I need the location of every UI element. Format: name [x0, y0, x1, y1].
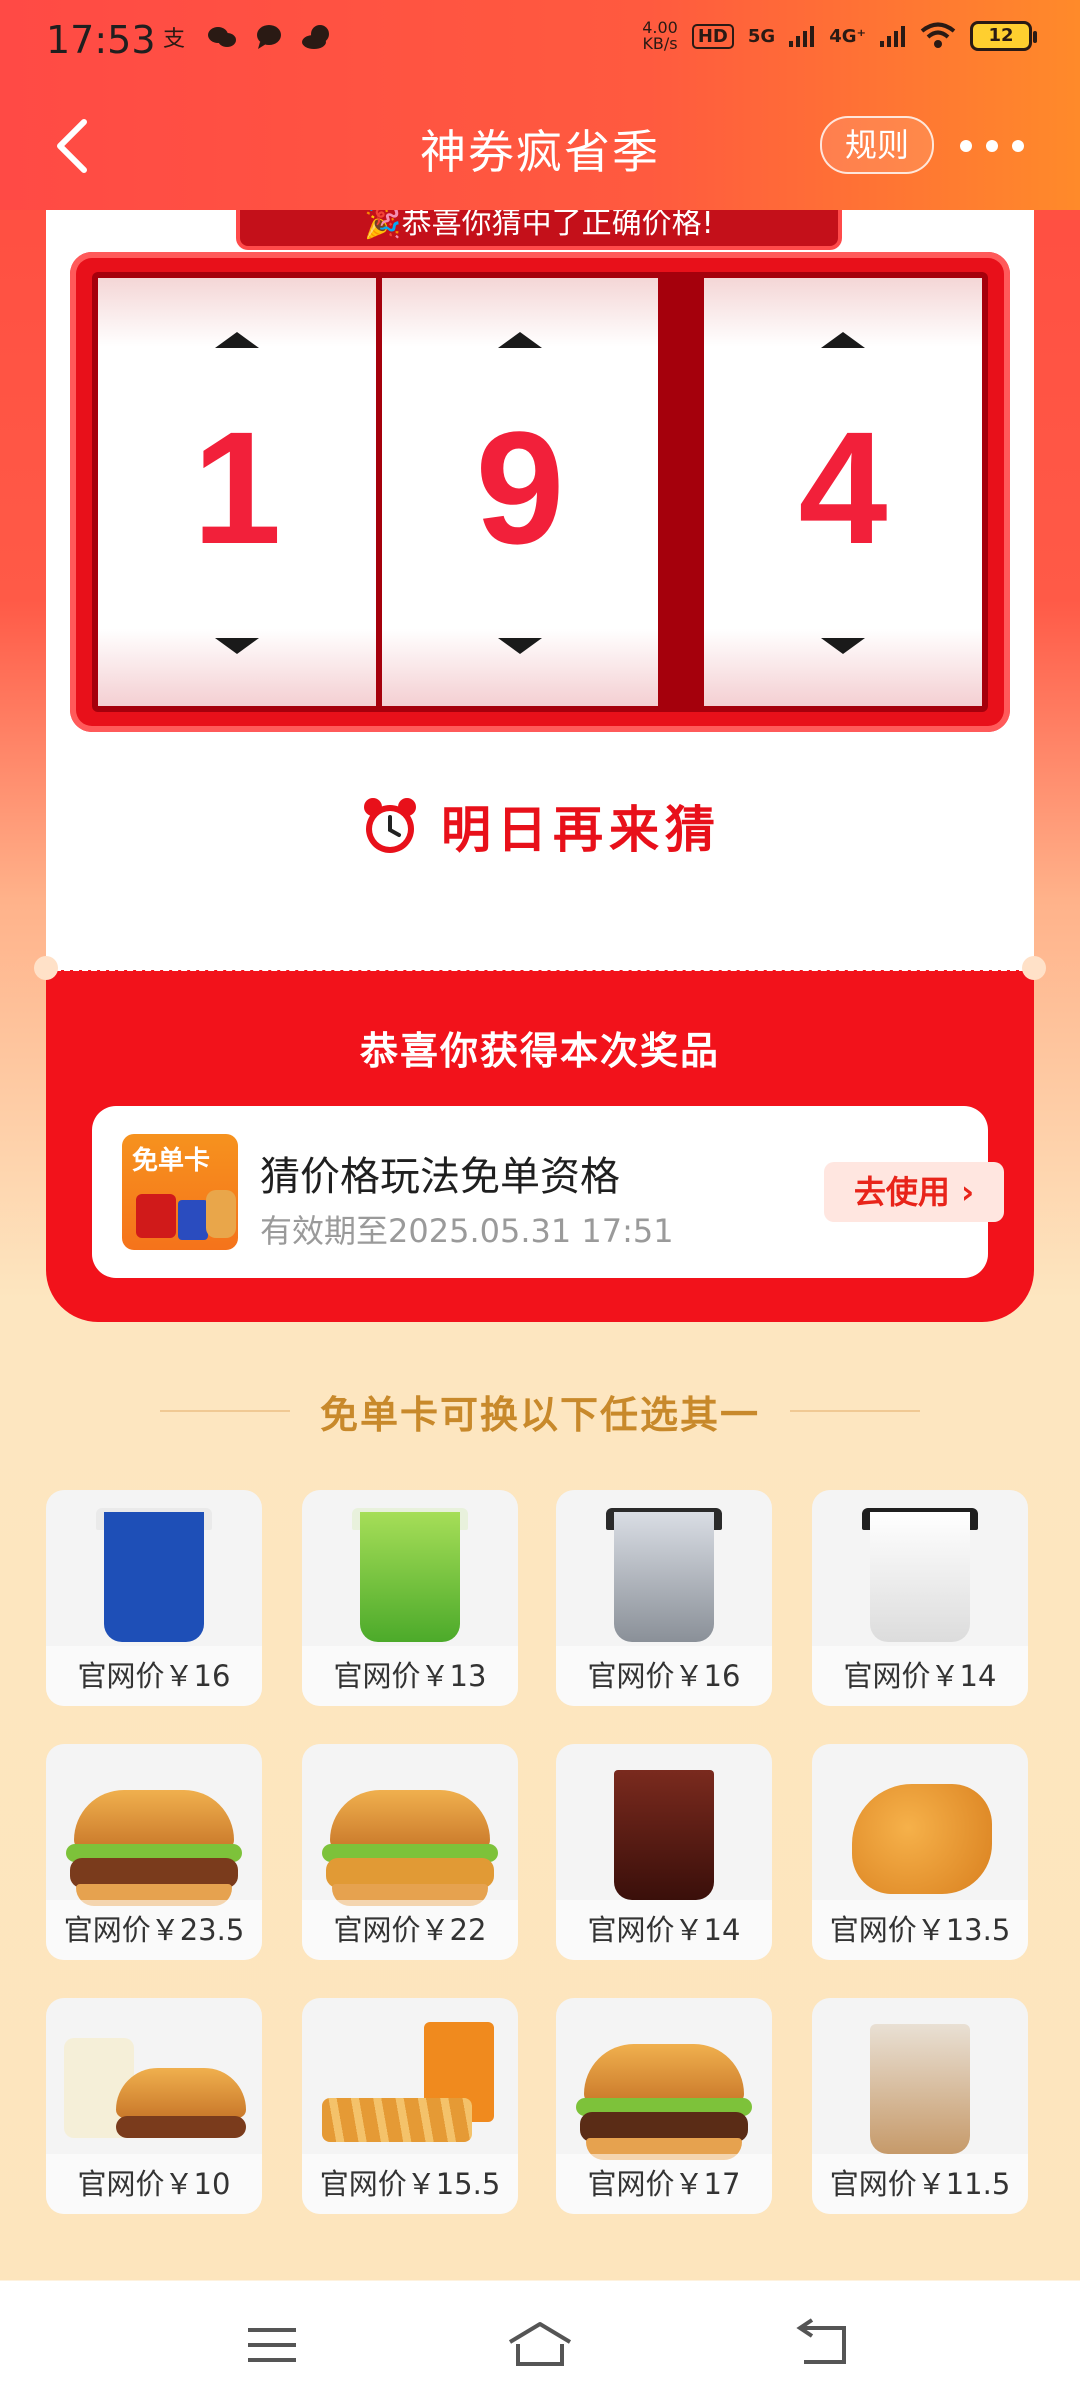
product-item-burger[interactable]: 官网价￥23.5 [46, 1744, 262, 1960]
product-item-breakfast-set[interactable]: 官网价￥10 [46, 1998, 262, 2214]
product-price: 官网价￥10 [46, 2154, 262, 2214]
prize-card[interactable]: 免单卡 猜价格玩法免单资格 有效期至2025.05.31 17:51 去使用 › [92, 1106, 1004, 1278]
system-navigation-bar [0, 2282, 1080, 2408]
svg-text:支: 支 [163, 27, 185, 52]
message-icon [257, 25, 281, 49]
ticket-notch [1022, 956, 1046, 980]
reel-digit: 9 [475, 398, 565, 577]
chicken-fries-icon [322, 2098, 472, 2142]
reel-digit: 1 [192, 398, 282, 577]
coffee-cup-icon [104, 1512, 204, 1642]
product-item-green-drink[interactable]: 官网价￥13 [302, 1490, 518, 1706]
product-price: 官网价￥22 [302, 1900, 518, 1960]
prize-expiry: 有效期至2025.05.31 17:51 [260, 1212, 674, 1250]
retry-text: 明日再来猜 [441, 801, 721, 859]
burger-icon [584, 2044, 744, 2104]
use-button[interactable]: 去使用 › [824, 1162, 1004, 1222]
ticket-notch [34, 956, 58, 980]
signal-bars-icon [789, 26, 815, 47]
exchange-title: 免单卡可换以下任选其一 [319, 1393, 760, 1437]
product-item-iced-latte[interactable]: 官网价￥11.5 [812, 1998, 1028, 2214]
net-speed-unit: KB/s [642, 34, 678, 53]
rules-button[interactable]: 规则 [820, 116, 934, 174]
product-price: 官网价￥17 [556, 2154, 772, 2214]
reel-up-arrow-icon[interactable] [215, 332, 259, 348]
divider [160, 1410, 290, 1412]
return-icon[interactable] [792, 2318, 852, 2372]
retry-row: 明日再来猜 [0, 790, 1080, 862]
sandwich-icon [116, 2068, 246, 2118]
free-card-thumbnail: 免单卡 [122, 1134, 238, 1250]
reel-1: 1 [98, 278, 376, 706]
clock-icon [364, 798, 416, 853]
exchange-section-header: 免单卡可换以下任选其一 [0, 1384, 1080, 1439]
status-bar: 17:53 支 4.00 KB/s HD 5G 4G⁺ 12 [0, 0, 1080, 86]
status-right: 4.00 KB/s HD 5G 4G⁺ 12 [642, 20, 1037, 52]
chicken-icon [206, 1190, 236, 1238]
battery-level: 12 [988, 25, 1014, 46]
signal-5g-label: 5G [747, 25, 776, 47]
reel-up-arrow-icon[interactable] [498, 332, 542, 348]
menu-icon[interactable] [242, 2318, 302, 2372]
product-price: 官网价￥11.5 [812, 2154, 1028, 2214]
product-item-chicken-fries[interactable]: 官网价￥15.5 [302, 1998, 518, 2214]
wechat-icon [208, 27, 236, 47]
product-price: 官网价￥14 [556, 1900, 772, 1960]
signal-4g-label: 4G⁺ [829, 25, 866, 47]
product-item-chagee-tea[interactable]: 官网价￥16 [556, 1490, 772, 1706]
product-price: 官网价￥13.5 [812, 1900, 1028, 1960]
iced-drink-icon [614, 1770, 714, 1900]
reel-up-arrow-icon[interactable] [821, 332, 865, 348]
result-banner: 🎉恭喜你猜中了正确价格! [236, 210, 842, 250]
status-notification-icons: 支 [160, 22, 334, 52]
tea-cup-icon [870, 1512, 970, 1642]
product-item-chicken-burger[interactable]: 官网价￥22 [302, 1744, 518, 1960]
burger-icon [330, 1790, 490, 1850]
product-price: 官网价￥16 [556, 1646, 772, 1706]
signal-bars-icon-2 [880, 26, 905, 47]
status-time: 17:53 [46, 18, 156, 62]
drink-icon [178, 1200, 208, 1240]
latte-cup-icon [870, 2024, 970, 2154]
divider [790, 1410, 920, 1412]
patty [116, 2116, 246, 2138]
product-item-luckin-coffee[interactable]: 官网价￥16 [46, 1490, 262, 1706]
prize-title: 恭喜你获得本次奖品 [359, 1029, 720, 1073]
free-card-badge: 免单卡 [132, 1146, 211, 1176]
hd-badge: HD [691, 23, 734, 49]
product-price: 官网价￥14 [812, 1646, 1028, 1706]
reel-digit: 4 [798, 398, 888, 577]
prize-panel: 恭喜你获得本次奖品 免单卡 猜价格玩法免单资格 有效期至2025.05.31 1… [46, 970, 1034, 1322]
reel-3: 4 [704, 278, 982, 706]
product-price: 官网价￥15.5 [302, 2154, 518, 2214]
tea-cup-icon [614, 1512, 714, 1642]
slot-inner: 1 9 4 [92, 272, 988, 712]
reel-down-arrow-icon[interactable] [498, 638, 542, 654]
more-icon[interactable] [960, 126, 1040, 166]
divider [46, 968, 1034, 971]
alipay-icon: 支 [163, 27, 185, 52]
battery-icon: 12 [970, 21, 1037, 51]
net-speed: 4.00 KB/s [642, 20, 678, 52]
weather-icon [302, 25, 329, 49]
product-price: 官网价￥16 [46, 1646, 262, 1706]
product-price: 官网价￥13 [302, 1646, 518, 1706]
product-price: 官网价￥23.5 [46, 1900, 262, 1960]
product-item-whopper[interactable]: 官网价￥17 [556, 1998, 772, 2214]
header: 神券疯省季 规则 [0, 86, 1080, 210]
fries-icon [136, 1194, 176, 1238]
wifi-icon [920, 22, 956, 48]
product-item-fried-chicken[interactable]: 官网价￥13.5 [812, 1744, 1028, 1960]
reel-2: 9 [382, 278, 658, 706]
product-item-iced-tea[interactable]: 官网价￥14 [556, 1744, 772, 1960]
reel-down-arrow-icon[interactable] [821, 638, 865, 654]
product-item-white-cup-tea[interactable]: 官网价￥14 [812, 1490, 1028, 1706]
prize-name: 猜价格玩法免单资格 [260, 1154, 620, 1200]
reel-down-arrow-icon[interactable] [215, 638, 259, 654]
burger-icon [74, 1790, 234, 1850]
drink-cup-icon [360, 1512, 460, 1642]
home-icon[interactable] [504, 2318, 576, 2372]
fried-chicken-icon [852, 1784, 992, 1894]
price-slot-machine: 1 9 4 [70, 252, 1010, 732]
